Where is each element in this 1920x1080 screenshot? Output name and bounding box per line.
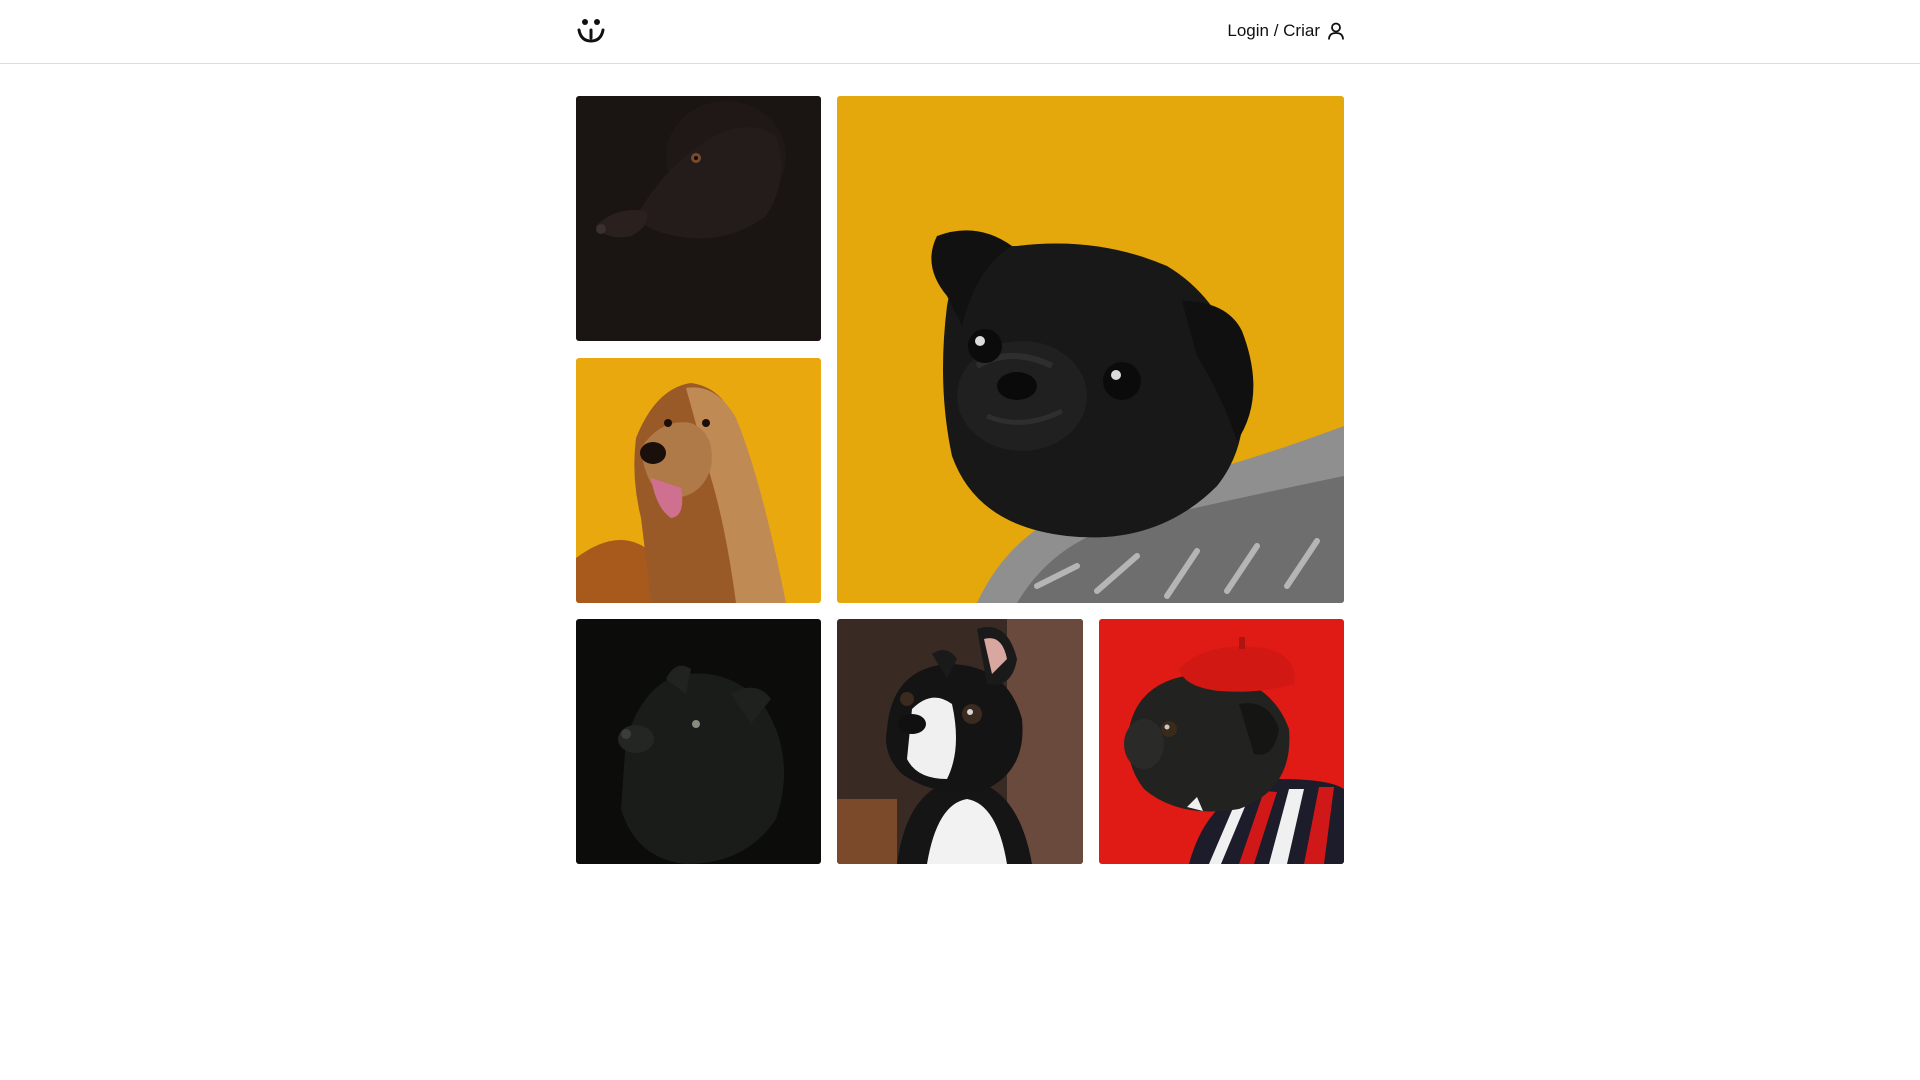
photo-black-dog[interactable] <box>576 96 821 341</box>
photo-gallery <box>576 96 1344 864</box>
photo-boston-terrier[interactable] <box>837 619 1083 864</box>
top-bar: Login / Criar <box>0 0 1920 64</box>
logo-icon[interactable] <box>576 16 606 46</box>
photo-black-fluffy-dog[interactable] <box>576 619 821 864</box>
photo-afghan-hound[interactable] <box>576 358 821 603</box>
login-create-link[interactable]: Login / Criar <box>1227 18 1346 44</box>
photo-black-pug-sweater[interactable] <box>837 96 1344 603</box>
photo-pug-red-beret[interactable] <box>1099 619 1344 864</box>
user-icon <box>1326 21 1346 41</box>
account-label: Login / Criar <box>1227 21 1320 40</box>
